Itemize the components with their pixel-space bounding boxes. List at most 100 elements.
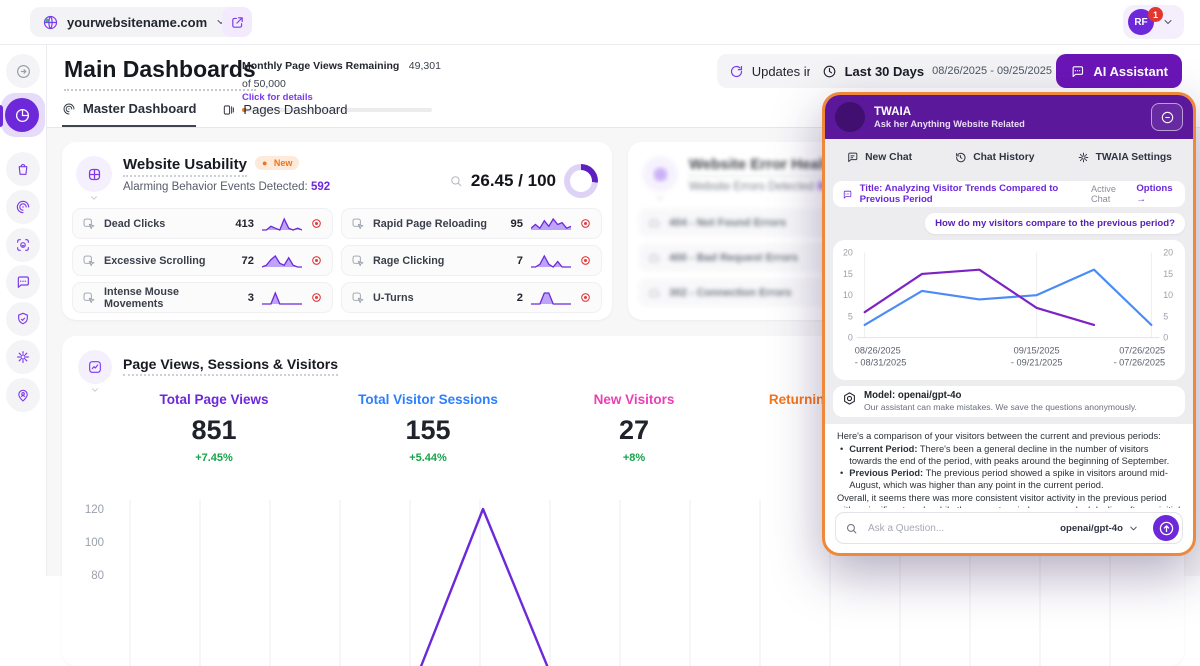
sidebar-item-sessions[interactable]	[6, 190, 40, 224]
cloud-icon	[647, 216, 661, 230]
sidebar-item-settings[interactable]	[6, 340, 40, 374]
sidebar-item-dashboards[interactable]	[5, 98, 39, 132]
sidebar-expand-button[interactable]	[6, 54, 40, 88]
assistant-response: Here's a comparison of your visitors bet…	[825, 424, 1193, 508]
globe-icon	[42, 14, 59, 31]
sparkline	[262, 253, 302, 269]
minimize-panel-button[interactable]	[1151, 103, 1183, 131]
assistant-chat-zone: Title: Analyzing Visitor Trends Compared…	[825, 175, 1193, 424]
model-logo-icon	[842, 391, 857, 406]
record-alert-icon	[579, 254, 592, 267]
new-badge: ● New	[255, 156, 299, 170]
svg-text:5: 5	[1163, 311, 1168, 321]
refresh-icon	[729, 64, 744, 79]
chevron-down-icon[interactable]	[90, 385, 100, 395]
sparkline	[531, 216, 571, 232]
svg-text:5: 5	[848, 311, 853, 321]
tab-master-dashboard[interactable]: Master Dashboard	[62, 101, 196, 127]
new-chat-icon	[846, 151, 859, 164]
stat-new-visitors: New Visitors 27 +8%	[536, 392, 732, 464]
range-dates: 08/26/2025 - 09/25/2025	[932, 65, 1052, 77]
gear-icon	[15, 349, 31, 365]
stat-total-page-views: Total Page Views 851 +7.45%	[108, 392, 320, 464]
chat-icon	[1070, 64, 1085, 79]
face-scan-icon	[15, 237, 31, 253]
response-intro: Here's a comparison of your visitors bet…	[837, 431, 1181, 443]
svg-text:20: 20	[843, 248, 853, 258]
svg-text:0: 0	[1163, 333, 1168, 343]
site-name: yourwebsitename.com	[67, 15, 207, 30]
sparkline	[262, 290, 302, 306]
error-card-icon	[642, 156, 678, 192]
record-alert-icon	[579, 291, 592, 304]
ai-assistant-panel: TWAIA Ask her Anything Website Related N…	[822, 92, 1196, 556]
svg-text:15: 15	[843, 269, 853, 279]
assistant-settings-button[interactable]: TWAIA Settings	[1077, 151, 1172, 164]
tab-pages-dashboard[interactable]: Pages Dashboard	[222, 101, 347, 127]
response-outro: Overall, it seems there was more consist…	[837, 493, 1181, 508]
chevron-down-icon	[655, 193, 665, 203]
range-label: Last 30 Days	[845, 64, 925, 79]
chevron-down-icon[interactable]	[89, 193, 99, 203]
website-usability-card: Website Usability● New Alarming Behavior…	[62, 142, 612, 320]
sparkline	[262, 216, 302, 232]
metric-row[interactable]: Intense Mouse Movements3	[72, 282, 333, 313]
send-button[interactable]	[1153, 515, 1179, 541]
usability-score-value: 26.45 / 100	[471, 171, 556, 191]
metric-row[interactable]: Dead Clicks413	[72, 208, 333, 239]
ai-assistant-button[interactable]: AI Assistant	[1056, 54, 1182, 88]
svg-text:10: 10	[843, 290, 853, 300]
cursor-click-icon	[82, 217, 96, 231]
sidebar-item-visitors[interactable]	[6, 228, 40, 262]
cloud-icon	[647, 286, 661, 300]
metric-row[interactable]: U-Turns2	[341, 282, 602, 313]
user-menu[interactable]: RF 1	[1123, 5, 1184, 39]
quota-label: Monthly Page Views Remaining	[242, 60, 399, 72]
visitors-comparison-chart: 005510101515202008/26/2025- 08/31/202509…	[837, 244, 1181, 376]
model-select[interactable]: openai/gpt-4o	[1054, 523, 1145, 534]
usability-metrics: Dead Clicks413 Rapid Page Reloading95 Ex…	[72, 208, 602, 313]
model-disclaimer: Our assistant can make mistakes. We save…	[864, 402, 1137, 412]
sidebar-item-store[interactable]	[6, 152, 40, 186]
trend-chart-icon	[87, 359, 103, 375]
svg-text:10: 10	[1163, 290, 1173, 300]
events-count: 592	[311, 181, 330, 193]
svg-text:80: 80	[91, 570, 104, 582]
svg-text:100: 100	[85, 537, 104, 549]
sidebar-active-indicator	[0, 105, 3, 127]
tab-master-label: Master Dashboard	[83, 101, 196, 116]
pie-chart-icon	[14, 107, 31, 124]
user-message-bubble: How do my visitors compare to the previo…	[925, 213, 1185, 234]
metric-row[interactable]: Rapid Page Reloading95	[341, 208, 602, 239]
record-alert-icon	[579, 217, 592, 230]
sparkline	[531, 253, 571, 269]
chat-history-button[interactable]: Chat History	[954, 151, 1034, 164]
pages-icon	[222, 103, 236, 117]
record-alert-icon	[310, 217, 323, 230]
assistant-tagline: Ask her Anything Website Related	[874, 119, 1025, 129]
site-selector[interactable]: yourwebsitename.com	[30, 7, 239, 37]
chat-options-link[interactable]: Options →	[1136, 183, 1176, 205]
ask-question-input[interactable]	[866, 522, 1046, 535]
sidebar-item-location[interactable]	[6, 378, 40, 412]
send-arrow-icon	[1158, 520, 1175, 537]
svg-text:09/15/2025: 09/15/2025	[1014, 345, 1060, 355]
sidebar	[0, 44, 47, 576]
sidebar-item-security[interactable]	[6, 302, 40, 336]
circle-minus-icon	[1160, 110, 1175, 125]
page-title: Main Dashboards	[64, 56, 256, 91]
date-range-picker[interactable]: Last 30 Days 08/26/2025 - 09/25/2025	[810, 54, 1082, 88]
svg-text:- 08/31/2025: - 08/31/2025	[855, 357, 907, 367]
sidebar-item-feedback[interactable]	[6, 265, 40, 299]
metric-row[interactable]: Rage Clicking7	[341, 245, 602, 276]
new-chat-button[interactable]: New Chat	[846, 151, 912, 164]
grid-square-icon	[86, 166, 103, 183]
open-site-button[interactable]	[222, 7, 252, 37]
metric-row[interactable]: Excessive Scrolling72	[72, 245, 333, 276]
svg-text:15: 15	[1163, 269, 1173, 279]
chat-icon	[15, 274, 31, 290]
stat-total-visitor-sessions: Total Visitor Sessions 155 +5.44%	[320, 392, 536, 464]
active-chat-title: Title: Analyzing Visitor Trends Compared…	[860, 183, 1084, 205]
assistant-header: TWAIA Ask her Anything Website Related	[825, 95, 1193, 139]
cursor-click-icon	[82, 291, 96, 305]
